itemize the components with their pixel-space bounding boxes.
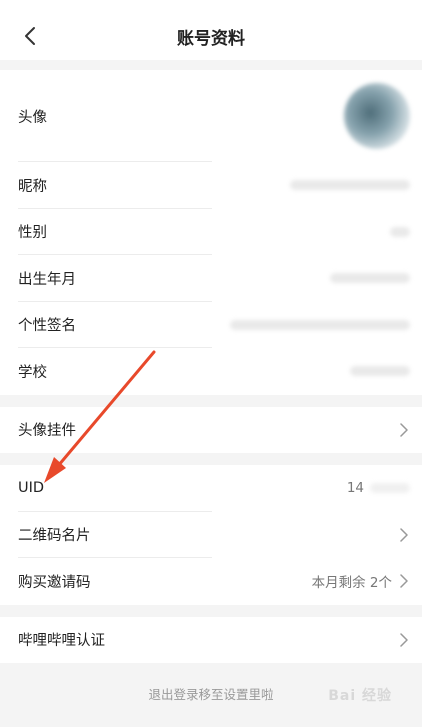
uid-row[interactable]: UID 14 (0, 465, 422, 512)
pendant-row[interactable]: 头像挂件 (0, 407, 422, 454)
page-title: 账号资料 (177, 28, 245, 49)
account-group: UID 14 二维码名片 购买邀请码 本月剩余 2个 (0, 465, 422, 605)
signature-value-blurred (230, 319, 410, 330)
nickname-value-blurred (290, 180, 410, 191)
chevron-right-icon (398, 528, 410, 542)
qrcode-row[interactable]: 二维码名片 (0, 512, 422, 559)
chevron-right-icon (398, 633, 410, 647)
invite-row[interactable]: 购买邀请码 本月剩余 2个 (0, 558, 422, 605)
invite-value: 本月剩余 2个 (311, 575, 392, 592)
certify-label: 哔哩哔哩认证 (18, 633, 105, 650)
gender-row[interactable]: 性别 (0, 209, 422, 256)
nav-bar: 账号资料 (0, 12, 422, 60)
uid-value: 14 (346, 480, 364, 497)
profile-group: 头像 昵称 性别 出生年月 个性签名 学校 (0, 70, 422, 395)
chevron-right-icon (398, 423, 410, 437)
birth-row[interactable]: 出生年月 (0, 255, 422, 302)
nickname-row[interactable]: 昵称 (0, 162, 422, 209)
school-value-blurred (350, 366, 410, 377)
nickname-label: 昵称 (18, 178, 47, 195)
avatar-row[interactable]: 头像 (0, 70, 422, 162)
avatar-label: 头像 (18, 109, 47, 126)
back-button[interactable] (10, 12, 50, 60)
qrcode-label: 二维码名片 (18, 528, 91, 545)
certify-row[interactable]: 哔哩哔哩认证 (0, 617, 422, 664)
certify-group: 哔哩哔哩认证 (0, 616, 422, 664)
uid-value-blurred (370, 483, 410, 494)
chevron-left-icon (25, 27, 35, 45)
uid-label: UID (18, 480, 45, 497)
invite-label: 购买邀请码 (18, 574, 91, 591)
school-label: 学校 (18, 364, 47, 381)
pendant-group: 头像挂件 (0, 406, 422, 454)
signature-row[interactable]: 个性签名 (0, 302, 422, 349)
gender-value-blurred (390, 226, 410, 237)
pendant-label: 头像挂件 (18, 423, 76, 440)
chevron-right-icon (398, 574, 410, 588)
signature-label: 个性签名 (18, 318, 76, 335)
avatar (344, 83, 410, 149)
status-bar (0, 0, 422, 12)
birth-label: 出生年月 (18, 271, 76, 288)
birth-value-blurred (330, 273, 410, 284)
logout-hint[interactable]: 退出登录移至设置里啦 (148, 684, 273, 703)
gender-label: 性别 (18, 225, 47, 242)
school-row[interactable]: 学校 (0, 348, 422, 395)
watermark: Bai 经验 (328, 688, 392, 704)
